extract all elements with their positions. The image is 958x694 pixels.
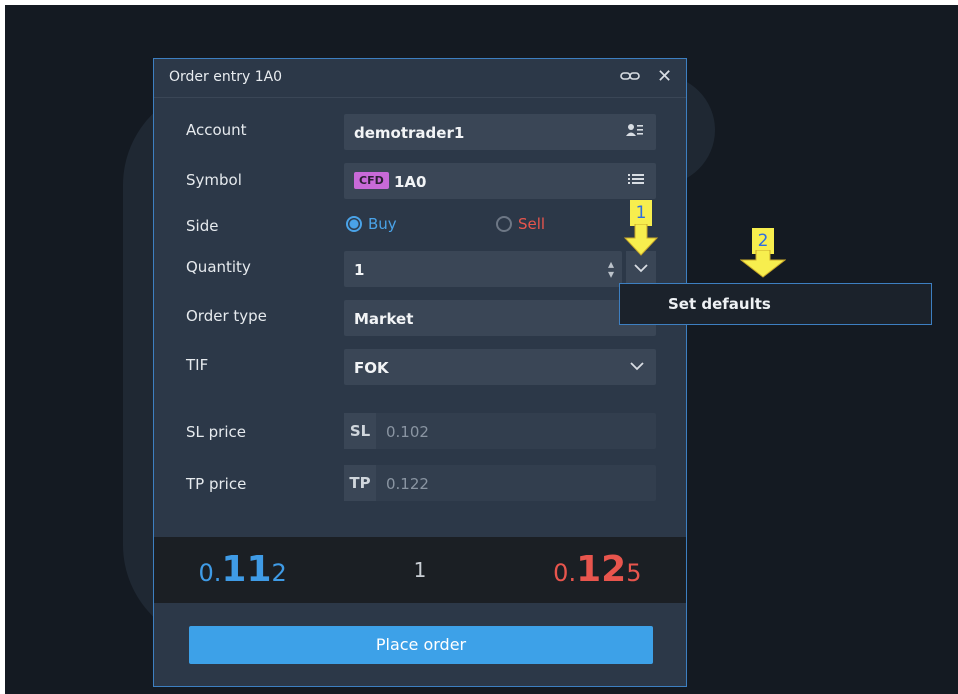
- tp-prefix: TP: [344, 465, 376, 501]
- account-select[interactable]: demotrader1: [344, 114, 656, 150]
- quantity-dropdown-menu: Set defaults: [619, 283, 932, 325]
- cfd-badge: CFD: [354, 172, 389, 189]
- arrow-down-icon: [740, 250, 786, 278]
- order-entry-panel: Order entry 1A0 ✕ Account demotrader1 Sy…: [153, 58, 687, 687]
- order-type-label: Order type: [186, 307, 267, 325]
- quote-bar: 0.112 1 0.125: [154, 537, 686, 603]
- account-label: Account: [186, 121, 247, 139]
- tif-select[interactable]: FOK: [344, 349, 656, 385]
- quantity-input[interactable]: 1 ▴ ▾: [344, 251, 622, 287]
- ask-quote-button[interactable]: 0.125: [509, 537, 686, 603]
- quantity-label: Quantity: [186, 258, 251, 276]
- bid-quote-button[interactable]: 0.112: [154, 537, 331, 603]
- bid-tail: 2: [271, 559, 287, 587]
- tif-value: FOK: [354, 359, 389, 377]
- panel-titlebar: Order entry 1A0 ✕: [154, 59, 686, 98]
- sl-price-input[interactable]: SL 0.102: [344, 413, 656, 449]
- sl-price-label: SL price: [186, 423, 246, 441]
- quantity-value: 1: [354, 261, 365, 279]
- side-buy-radio[interactable]: Buy: [346, 215, 397, 233]
- quantity-stepper-icon[interactable]: ▴ ▾: [608, 258, 614, 280]
- account-value: demotrader1: [354, 124, 465, 142]
- link-icon[interactable]: [620, 68, 640, 87]
- tp-price-input[interactable]: TP 0.122: [344, 465, 656, 501]
- buy-label: Buy: [368, 215, 397, 233]
- place-order-button[interactable]: Place order: [189, 626, 653, 664]
- bid-prefix: 0.: [198, 559, 222, 587]
- close-icon[interactable]: ✕: [657, 66, 672, 87]
- tif-label: TIF: [186, 356, 209, 374]
- set-defaults-menu-item[interactable]: Set defaults: [668, 295, 771, 313]
- arrow-down-icon: [624, 224, 658, 256]
- radio-selected-icon: [346, 216, 362, 232]
- account-icon[interactable]: [626, 123, 644, 141]
- sl-prefix: SL: [344, 413, 376, 449]
- symbol-label: Symbol: [186, 171, 242, 189]
- order-type-select[interactable]: Market: [344, 300, 656, 336]
- side-sell-radio[interactable]: Sell: [496, 215, 545, 233]
- side-label: Side: [186, 217, 219, 235]
- chevron-down-icon: [630, 359, 644, 375]
- sell-label: Sell: [518, 215, 546, 233]
- symbol-value: 1A0: [394, 173, 427, 191]
- tp-placeholder: 0.122: [386, 475, 429, 493]
- panel-title: Order entry 1A0: [169, 69, 283, 85]
- symbol-select[interactable]: CFD 1A0: [344, 163, 656, 199]
- tp-price-label: TP price: [186, 475, 247, 493]
- order-type-value: Market: [354, 310, 414, 328]
- bid-big-digits: 11: [221, 549, 272, 590]
- ask-prefix: 0.: [553, 559, 577, 587]
- quantity-dropdown-button[interactable]: [626, 251, 656, 287]
- radio-unselected-icon: [496, 216, 512, 232]
- list-icon[interactable]: [628, 172, 644, 190]
- ask-big-digits: 12: [576, 549, 627, 590]
- ask-tail: 5: [626, 559, 642, 587]
- spread-value: 1: [413, 558, 427, 582]
- callout-number-1: 1: [630, 200, 652, 226]
- chevron-down-icon: [634, 261, 648, 277]
- sl-placeholder: 0.102: [386, 423, 429, 441]
